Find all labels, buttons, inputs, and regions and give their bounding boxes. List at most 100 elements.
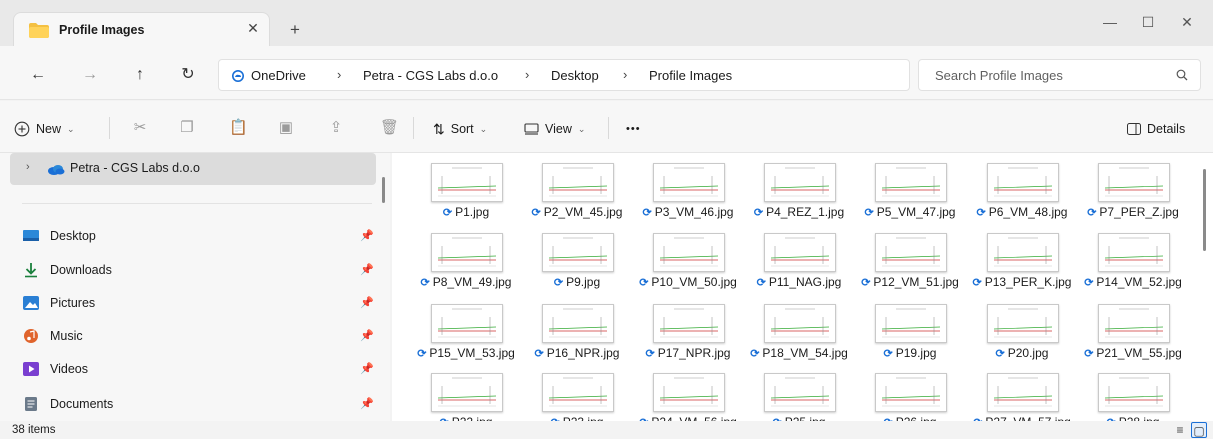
navigation-bar: ← → ↑ ↻ OneDrive › Petra - CGS Labs d.o.… bbox=[0, 46, 1213, 100]
file-item[interactable]: ⟳ P3_VM_46.jpg bbox=[634, 156, 742, 224]
details-pane-button[interactable]: Details bbox=[1127, 118, 1185, 140]
breadcrumb-profile-images[interactable]: Profile Images bbox=[649, 68, 732, 83]
share-icon[interactable]: ⇪ bbox=[327, 119, 345, 137]
file-name-text: P13_PER_K.jpg bbox=[984, 275, 1072, 289]
view-button[interactable]: View ⌄ bbox=[524, 118, 585, 140]
sidebar-item-videos[interactable]: Videos bbox=[22, 358, 88, 380]
file-thumbnail bbox=[653, 304, 725, 343]
file-name: ⟳ P16_NPR.jpg bbox=[523, 346, 631, 360]
pin-icon[interactable]: 📌 bbox=[360, 329, 374, 343]
file-item[interactable]: ⟳ P20.jpg bbox=[968, 297, 1076, 365]
delete-icon[interactable]: 🗑 bbox=[380, 119, 399, 137]
pin-icon[interactable]: 📌 bbox=[360, 362, 374, 376]
pin-icon[interactable]: 📌 bbox=[360, 263, 374, 277]
breadcrumb-petra[interactable]: Petra - CGS Labs d.o.o bbox=[363, 68, 498, 83]
file-item[interactable]: ⟳ P17_NPR.jpg bbox=[634, 297, 742, 365]
cut-icon[interactable]: ✂ bbox=[131, 119, 149, 137]
file-item[interactable]: ⟳ P11_NAG.jpg bbox=[745, 226, 853, 294]
tab-profile-images[interactable]: Profile Images ✕ bbox=[13, 12, 270, 46]
file-name: ⟳ P17_NPR.jpg bbox=[634, 346, 742, 360]
sidebar-item-petra[interactable]: › Petra - CGS Labs d.o.o bbox=[10, 153, 376, 185]
new-tab-button[interactable]: + bbox=[285, 20, 305, 40]
file-thumbnail bbox=[875, 304, 947, 343]
file-thumbnail bbox=[987, 163, 1059, 202]
sidebar-item-music[interactable]: Music bbox=[22, 325, 83, 347]
file-name-text: P2_VM_45.jpg bbox=[543, 205, 623, 219]
sidebar-item-pictures[interactable]: Pictures bbox=[22, 292, 95, 314]
navigation-pane: › Petra - CGS Labs d.o.o Desktop 📌 Downl… bbox=[0, 153, 390, 421]
command-bar: New ⌄ ✂ ❐ 📋 ▣ ⇪ 🗑 ⇅ Sort ⌄ View ⌄ ••• De… bbox=[0, 101, 1213, 153]
file-item[interactable]: ⟳ P18_VM_54.jpg bbox=[745, 297, 853, 365]
sidebar-item-downloads[interactable]: Downloads bbox=[22, 259, 112, 281]
file-name-text: P19.jpg bbox=[895, 346, 937, 360]
copy-icon[interactable]: ❐ bbox=[178, 119, 196, 137]
file-item[interactable]: ⟳ P5_VM_47.jpg bbox=[856, 156, 964, 224]
maximize-button[interactable]: ☐ bbox=[1138, 12, 1158, 32]
close-button[interactable]: ✕ bbox=[1177, 12, 1197, 32]
rename-icon[interactable]: ▣ bbox=[277, 119, 295, 137]
file-item[interactable]: ⟳ P6_VM_48.jpg bbox=[968, 156, 1076, 224]
more-options-button[interactable]: ••• bbox=[626, 118, 641, 140]
file-item[interactable]: ⟳ P9.jpg bbox=[523, 226, 631, 294]
back-button[interactable]: ← bbox=[27, 64, 49, 86]
new-button[interactable]: New ⌄ bbox=[14, 118, 75, 140]
up-button[interactable]: ↑ bbox=[129, 64, 151, 86]
file-name: ⟳ P14_VM_52.jpg bbox=[1079, 275, 1187, 289]
sort-icon: ⇅ bbox=[433, 120, 445, 137]
sync-icon: ⟳ bbox=[756, 277, 766, 289]
sidebar-scrollbar[interactable] bbox=[382, 177, 385, 203]
file-thumbnail bbox=[431, 304, 503, 343]
details-view-icon[interactable]: ≡ bbox=[1172, 422, 1188, 438]
file-item[interactable]: ⟳ P19.jpg bbox=[856, 297, 964, 365]
onedrive-icon bbox=[232, 70, 244, 82]
file-item[interactable]: ⟳ P8_VM_49.jpg bbox=[412, 226, 520, 294]
search-input[interactable]: Search Profile Images bbox=[935, 68, 1063, 83]
file-name-text: P7_PER_Z.jpg bbox=[1099, 205, 1179, 219]
pin-icon[interactable]: 📌 bbox=[360, 296, 374, 310]
file-thumbnail bbox=[1098, 304, 1170, 343]
file-thumbnail bbox=[542, 233, 614, 272]
pictures-icon bbox=[23, 296, 39, 310]
paste-icon[interactable]: 📋 bbox=[229, 119, 248, 137]
file-thumbnail bbox=[987, 373, 1059, 412]
file-thumbnail bbox=[653, 233, 725, 272]
file-name-text: P18_VM_54.jpg bbox=[762, 346, 848, 360]
sync-icon: ⟳ bbox=[750, 348, 760, 360]
minimize-button[interactable]: — bbox=[1100, 12, 1120, 32]
forward-button[interactable]: → bbox=[79, 64, 101, 86]
sidebar-item-desktop[interactable]: Desktop bbox=[22, 225, 96, 247]
file-thumbnail bbox=[1098, 373, 1170, 412]
address-bar[interactable]: OneDrive › Petra - CGS Labs d.o.o › Desk… bbox=[218, 59, 910, 91]
pin-icon[interactable]: 📌 bbox=[360, 397, 374, 411]
file-item[interactable]: ⟳ P16_NPR.jpg bbox=[523, 297, 631, 365]
file-item[interactable]: ⟳ P21_VM_55.jpg bbox=[1079, 297, 1187, 365]
sort-button[interactable]: ⇅ Sort ⌄ bbox=[433, 118, 487, 140]
breadcrumb-onedrive[interactable]: OneDrive bbox=[251, 68, 306, 83]
videos-icon bbox=[23, 362, 39, 376]
file-item[interactable]: ⟳ P7_PER_Z.jpg bbox=[1079, 156, 1187, 224]
file-item[interactable]: ⟳ P2_VM_45.jpg bbox=[523, 156, 631, 224]
file-item[interactable]: ⟳ P1.jpg bbox=[412, 156, 520, 224]
sync-icon: ⟳ bbox=[417, 348, 427, 360]
content-scrollbar[interactable] bbox=[1203, 169, 1206, 251]
file-thumbnail bbox=[653, 373, 725, 412]
file-item[interactable]: ⟳ P13_PER_K.jpg bbox=[968, 226, 1076, 294]
pin-icon[interactable]: 📌 bbox=[360, 229, 374, 243]
file-item[interactable]: ⟳ P14_VM_52.jpg bbox=[1079, 226, 1187, 294]
chevron-down-icon: ⌄ bbox=[577, 123, 586, 134]
file-item[interactable]: ⟳ P10_VM_50.jpg bbox=[634, 226, 742, 294]
search-box[interactable]: Search Profile Images bbox=[918, 59, 1201, 91]
file-item[interactable]: ⟳ P4_REZ_1.jpg bbox=[745, 156, 853, 224]
refresh-button[interactable]: ↻ bbox=[177, 64, 199, 86]
file-name: ⟳ P20.jpg bbox=[968, 346, 1076, 360]
breadcrumb-desktop[interactable]: Desktop bbox=[551, 68, 599, 83]
tab-close-icon[interactable]: ✕ bbox=[244, 19, 262, 37]
large-icons-view-icon[interactable]: ▢ bbox=[1191, 422, 1207, 438]
sync-icon: ⟳ bbox=[753, 207, 764, 219]
file-name: ⟳ P9.jpg bbox=[523, 275, 631, 289]
file-item[interactable]: ⟳ P12_VM_51.jpg bbox=[856, 226, 964, 294]
file-name-text: P16_NPR.jpg bbox=[546, 346, 620, 360]
sidebar-item-documents[interactable]: Documents bbox=[22, 393, 113, 415]
file-item[interactable]: ⟳ P15_VM_53.jpg bbox=[412, 297, 520, 365]
file-name-text: P14_VM_52.jpg bbox=[1096, 275, 1182, 289]
